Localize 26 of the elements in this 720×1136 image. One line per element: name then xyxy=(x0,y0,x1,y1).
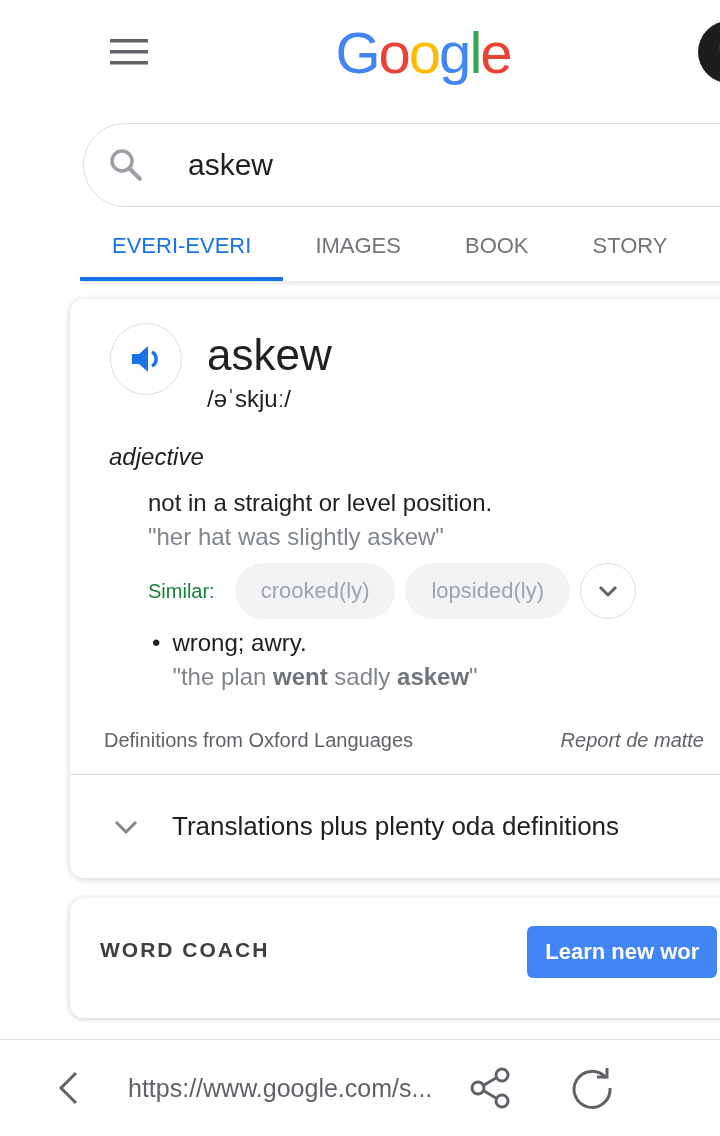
search-tab[interactable]: STORY xyxy=(560,221,700,281)
search-tab[interactable]: IMAGES xyxy=(283,221,433,281)
example-text: "the plan went sadly askew" xyxy=(172,663,478,692)
learn-button[interactable]: Learn new wor xyxy=(527,926,718,979)
source-text: Definitions from Oxford Languages xyxy=(104,729,414,753)
phonetic-text: /əˈskjuː/ xyxy=(207,385,292,414)
url-text[interactable]: https://www.google.com/s... xyxy=(128,1073,433,1103)
chevron-down-icon[interactable] xyxy=(114,818,138,835)
search-tab[interactable]: EVERI-EVERI xyxy=(80,221,284,281)
definition-text: not in a straight or level position. xyxy=(148,489,493,518)
share-icon[interactable] xyxy=(470,1067,511,1109)
definition-text: wrong; awry. xyxy=(172,629,307,658)
report-link[interactable]: Report de matte xyxy=(560,729,704,753)
menu-icon[interactable] xyxy=(110,38,148,65)
card-title: WORD COACH xyxy=(100,938,270,963)
search-icon xyxy=(109,148,143,182)
similar-label: Similar: xyxy=(148,579,215,603)
search-tab[interactable]: BOOK xyxy=(432,221,561,281)
example-text: "her hat was slightly askew" xyxy=(148,523,444,552)
chevron-down-icon xyxy=(597,584,619,599)
part-of-speech: adjective xyxy=(109,443,204,472)
expand-link[interactable]: Translations plus plenty oda definitions xyxy=(172,811,620,843)
bullet-mark: • xyxy=(152,629,161,658)
back-icon[interactable] xyxy=(58,1071,78,1105)
headword: askew xyxy=(207,331,332,380)
refresh-icon[interactable] xyxy=(570,1066,615,1110)
